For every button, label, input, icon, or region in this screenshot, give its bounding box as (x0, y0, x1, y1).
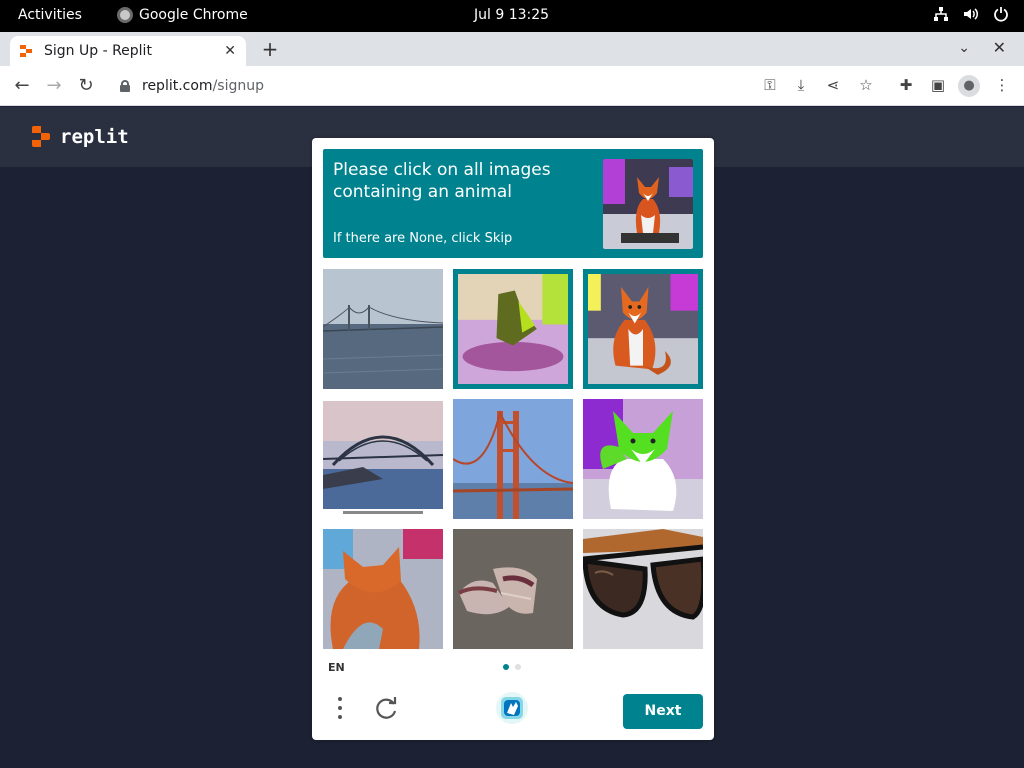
tab-strip: Sign Up - Replit ✕ ⌄ ✕ (0, 32, 1024, 66)
clock[interactable]: Jul 9 13:25 (474, 7, 549, 23)
page-dot-1 (503, 664, 509, 670)
page-indicator (503, 664, 521, 670)
captcha-challenge: Please click on all images containing an… (312, 138, 714, 740)
example-fox-image (603, 159, 693, 249)
captcha-tile-6[interactable] (583, 399, 703, 519)
captcha-prompt: Please click on all images containing an… (323, 149, 703, 258)
side-panel-icon[interactable]: ▣ (928, 76, 948, 94)
tab-title: Sign Up - Replit (44, 43, 152, 59)
replit-logo[interactable]: replit (32, 126, 129, 148)
replit-wordmark: replit (60, 126, 129, 148)
hcaptcha-logo-icon[interactable] (495, 691, 529, 725)
chrome-menu-icon[interactable]: ⋮ (992, 76, 1012, 94)
next-button[interactable]: Next (623, 694, 703, 729)
forward-icon[interactable]: → (43, 75, 65, 96)
captcha-tile-3[interactable] (583, 269, 703, 389)
captcha-tile-8[interactable] (453, 529, 573, 649)
replit-favicon-icon (20, 44, 34, 58)
captcha-tile-4[interactable] (323, 399, 443, 519)
tab-sign-up[interactable]: Sign Up - Replit ✕ (10, 36, 246, 66)
captcha-tile-7[interactable] (323, 529, 443, 649)
refresh-challenge-icon[interactable] (372, 694, 400, 722)
app-menu[interactable]: Google Chrome (117, 7, 248, 23)
app-name: Google Chrome (139, 7, 248, 23)
url-path: /signup (212, 78, 264, 94)
lock-icon[interactable] (120, 80, 130, 92)
browser-toolbar: ← → ↻ replit.com/signup ⚿ ⤓ ⋖ ☆ ✚ ▣ ● ⋮ (0, 66, 1024, 106)
install-icon[interactable]: ⤓ (791, 76, 811, 94)
system-tray[interactable] (932, 6, 1010, 24)
key-icon[interactable]: ⚿ (760, 76, 780, 94)
bookmark-star-icon[interactable]: ☆ (856, 76, 876, 94)
new-tab-icon[interactable]: + (260, 37, 280, 61)
replit-logo-icon (32, 126, 52, 148)
prompt-hint: If there are None, click Skip (333, 231, 513, 246)
share-icon[interactable]: ⋖ (823, 76, 843, 94)
page-dot-2 (515, 664, 521, 670)
captcha-image-grid (323, 269, 703, 649)
tab-search-chevron-icon[interactable]: ⌄ (958, 40, 970, 56)
profile-avatar-icon[interactable]: ● (958, 75, 980, 97)
tab-close-icon[interactable]: ✕ (224, 43, 236, 59)
captcha-tile-2[interactable] (453, 269, 573, 389)
chrome-icon (117, 7, 133, 23)
extensions-icon[interactable]: ✚ (896, 76, 916, 94)
captcha-tile-1[interactable] (323, 269, 443, 389)
network-icon (932, 6, 950, 24)
volume-icon (962, 6, 980, 24)
language-selector[interactable]: EN (328, 661, 345, 674)
window-close-icon[interactable]: ✕ (993, 38, 1006, 57)
system-top-bar: Activities Google Chrome Jul 9 13:25 (0, 0, 1024, 32)
reload-icon[interactable]: ↻ (75, 75, 97, 96)
address-bar[interactable]: replit.com/signup (106, 71, 756, 101)
captcha-tile-9[interactable] (583, 529, 703, 649)
prompt-text: Please click on all images containing an… (333, 160, 551, 202)
power-icon (992, 6, 1010, 24)
captcha-tile-5[interactable] (453, 399, 573, 519)
back-icon[interactable]: ← (11, 75, 33, 96)
activities-button[interactable]: Activities (18, 7, 82, 23)
captcha-menu-icon[interactable] (332, 694, 348, 722)
url-host: replit.com (142, 78, 213, 94)
